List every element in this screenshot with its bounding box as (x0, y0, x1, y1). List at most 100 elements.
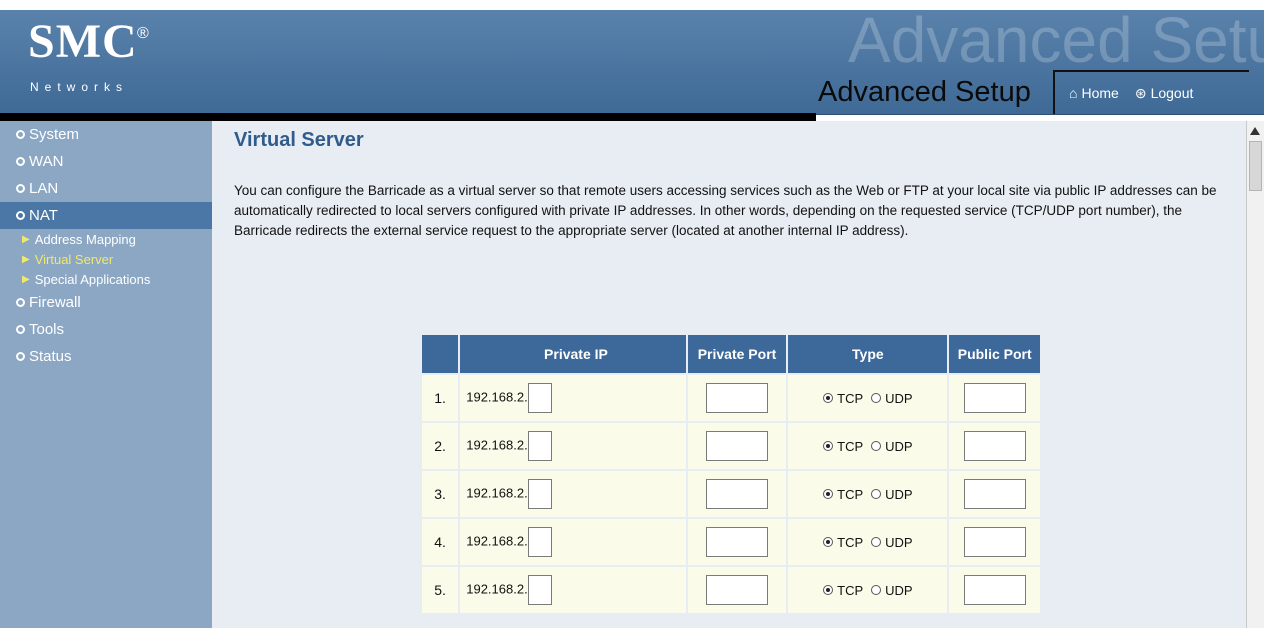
radio-tcp[interactable] (823, 537, 834, 547)
type-option-udp[interactable]: UDP (871, 534, 913, 550)
public-port-input[interactable] (963, 431, 1026, 461)
type-option-udp[interactable]: UDP (871, 583, 913, 598)
sidebar-subitem-special-applications[interactable]: ▶ Special Applications (0, 269, 212, 289)
home-link[interactable]: ⌂ Home (1069, 85, 1119, 101)
public-port-input[interactable] (963, 527, 1026, 557)
header-title: Advanced Setup (818, 76, 1031, 108)
private-ip-input[interactable] (527, 575, 552, 605)
sidebar-item-nat[interactable]: NAT (0, 202, 212, 229)
scroll-thumb[interactable] (1249, 141, 1262, 191)
private-port-cell (687, 519, 787, 565)
type-option-label: UDP (885, 438, 913, 454)
row-number: 3. (422, 471, 459, 517)
sidebar-item-status[interactable]: Status (0, 343, 212, 370)
scroll-up-arrow-icon[interactable] (1250, 127, 1260, 135)
radio-udp[interactable] (871, 537, 882, 547)
bullet-circle-icon (16, 211, 25, 220)
public-port-cell (949, 567, 1040, 613)
sidebar-item-label: Firewall (29, 294, 81, 311)
sidebar-subitem-label: Address Mapping (34, 231, 136, 247)
sidebar-subitem-label: Special Applications (34, 271, 151, 287)
type-option-label: TCP (837, 438, 864, 454)
brand-logo: SMC (28, 15, 138, 68)
private-port-input[interactable] (706, 479, 769, 509)
private-port-cell (687, 567, 787, 613)
type-option-label: UDP (885, 486, 913, 502)
virtual-server-table: Private IP Private Port Type Public Port… (420, 333, 1042, 615)
sidebar-item-label: Status (29, 348, 72, 365)
private-ip-cell: 192.168.2. (460, 567, 686, 613)
type-option-tcp[interactable]: TCP (823, 391, 863, 406)
vertical-scrollbar[interactable] (1246, 121, 1264, 628)
sidebar-item-system[interactable]: System (0, 121, 212, 148)
private-port-cell (687, 375, 787, 421)
page-description: You can configure the Barricade as a vir… (234, 183, 1217, 238)
private-port-cell (687, 471, 787, 517)
logout-link[interactable]: ⊛ Logout (1135, 85, 1194, 102)
sidebar-item-firewall[interactable]: Firewall (0, 289, 212, 316)
private-port-input[interactable] (706, 431, 769, 461)
type-option-tcp[interactable]: TCP (823, 487, 863, 502)
table-row: 4. 192.168.2. TCP UDP (422, 519, 1040, 565)
type-option-label: TCP (837, 390, 864, 406)
sidebar-item-label: System (29, 126, 80, 143)
type-option-label: UDP (885, 534, 913, 550)
private-ip-input[interactable] (527, 383, 552, 413)
logout-label: Logout (1150, 85, 1194, 101)
row-number: 2. (422, 423, 459, 469)
radio-udp[interactable] (871, 585, 882, 595)
private-port-input[interactable] (706, 575, 769, 605)
type-option-label: TCP (837, 582, 864, 598)
type-option-tcp[interactable]: TCP (823, 535, 863, 550)
type-option-tcp[interactable]: TCP (823, 439, 863, 454)
header-banner: SMC ® Networks Advanced Setup Advanced S… (0, 0, 1264, 115)
radio-tcp[interactable] (823, 489, 834, 499)
sidebar-subitem-address-mapping[interactable]: ▶ Address Mapping (0, 229, 212, 249)
private-ip-input[interactable] (527, 431, 552, 461)
radio-tcp[interactable] (823, 585, 834, 595)
private-ip-input[interactable] (527, 479, 552, 509)
page-title: Virtual Server (234, 129, 364, 151)
public-port-input[interactable] (963, 383, 1026, 413)
table-row: 2. 192.168.2. TCP UDP (422, 423, 1040, 469)
header-nav: ⌂ Home ⊛ Logout (1053, 70, 1249, 114)
bullet-circle-icon (16, 157, 25, 166)
sidebar-item-lan[interactable]: LAN (0, 175, 212, 202)
sidebar-item-label: WAN (29, 153, 64, 170)
type-option-udp[interactable]: UDP (871, 391, 913, 406)
radio-tcp[interactable] (823, 441, 834, 451)
public-port-input[interactable] (963, 479, 1026, 509)
sidebar-item-label: Tools (29, 321, 65, 338)
row-number: 4. (422, 519, 459, 565)
type-option-udp[interactable]: UDP (871, 438, 913, 454)
radio-tcp[interactable] (823, 393, 834, 403)
private-ip-cell: 192.168.2. (460, 471, 686, 517)
sidebar-subitem-label: Virtual Server (34, 251, 114, 267)
radio-udp[interactable] (871, 441, 882, 451)
sidebar-item-label: NAT (29, 207, 58, 224)
sidebar-menu: System WAN LAN NAT ▶ Address Mapping ▶ V… (0, 121, 212, 628)
type-option-label: TCP (837, 486, 864, 502)
home-icon: ⌂ (1069, 85, 1078, 101)
ip-prefix: 192.168.2. (466, 485, 528, 501)
table-row: 1. 192.168.2. TCP UDP (422, 375, 1040, 421)
private-port-cell (687, 423, 787, 469)
sidebar-subitem-virtual-server[interactable]: ▶ Virtual Server (0, 249, 212, 269)
type-option-tcp[interactable]: TCP (823, 583, 863, 598)
sidebar-item-wan[interactable]: WAN (0, 148, 212, 175)
public-port-input[interactable] (963, 575, 1026, 605)
type-cell: TCP UDP (788, 375, 948, 421)
main-content: Virtual Server You can configure the Bar… (212, 121, 1246, 628)
arrow-right-icon: ▶ (22, 253, 30, 265)
ip-prefix: 192.168.2. (466, 389, 528, 405)
type-option-udp[interactable]: UDP (871, 486, 913, 502)
radio-udp[interactable] (871, 489, 882, 499)
private-port-input[interactable] (706, 383, 769, 413)
public-port-cell (949, 471, 1040, 517)
private-port-input[interactable] (706, 527, 769, 557)
public-port-cell (949, 423, 1040, 469)
sidebar-item-tools[interactable]: Tools (0, 316, 212, 343)
type-cell: TCP UDP (788, 519, 948, 565)
private-ip-input[interactable] (527, 527, 552, 557)
radio-udp[interactable] (871, 393, 882, 403)
